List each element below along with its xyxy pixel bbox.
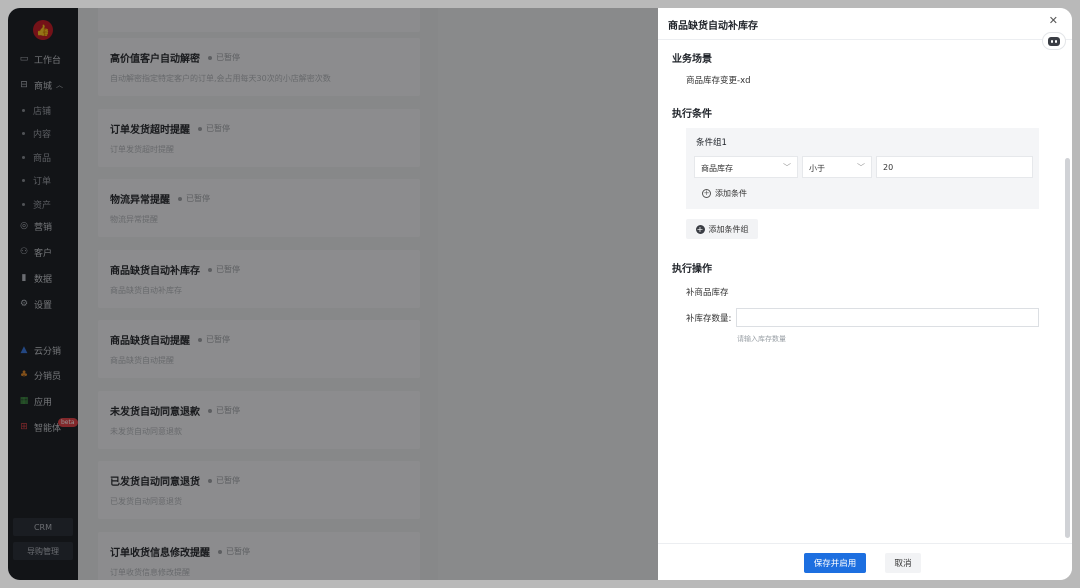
action-section-title: 执行操作 [672, 264, 712, 275]
field-select-value: 商品库存 [701, 164, 733, 173]
condition-group: 条件组1 商品库存 ﹀ 小于 ﹀ 20 + 添加条件 [686, 128, 1039, 209]
drawer-title: 商品缺货自动补库存 [658, 8, 1072, 40]
scene-section-title: 业务场景 [672, 54, 712, 65]
chevron-down-icon: ﹀ [783, 163, 791, 172]
qty-input[interactable] [736, 308, 1039, 327]
cancel-button[interactable]: 取消 [885, 553, 921, 573]
rule-drawer: 商品缺货自动补库存 ✕ 业务场景 商品库存变更-xd 执行条件 条件组1 商品库… [658, 8, 1072, 580]
value-input-text: 20 [883, 163, 894, 172]
action-name: 补商品库存 [686, 288, 729, 298]
condition-group-label: 条件组1 [696, 138, 727, 148]
save-and-enable-button[interactable]: 保存并启用 [804, 553, 866, 573]
condition-section-title: 执行条件 [672, 109, 712, 120]
add-condition-button[interactable]: + 添加条件 [702, 188, 747, 199]
add-condition-label: 添加条件 [715, 189, 747, 198]
qty-label: 补库存数量: [686, 314, 732, 324]
close-icon[interactable]: ✕ [1049, 14, 1058, 27]
app-window: 👍 ▭ 工作台 ⊟ 商城 ︿ 店铺 内容 商品 订单 资产 ◎ 营销 ⚇ 客户 … [8, 8, 1072, 580]
plus-circle-icon: + [702, 189, 711, 198]
plus-filled-icon: + [695, 224, 705, 234]
value-input[interactable]: 20 [876, 156, 1033, 178]
qty-hint: 请输入库存数量 [737, 335, 786, 343]
field-select[interactable]: 商品库存 ﹀ [694, 156, 798, 178]
drawer-footer: 保存并启用 取消 [658, 543, 1072, 580]
add-group-label: 添加条件组 [708, 224, 749, 234]
operator-select[interactable]: 小于 ﹀ [802, 156, 872, 178]
scrollbar[interactable] [1065, 158, 1070, 538]
assistant-robot-icon[interactable] [1042, 32, 1066, 50]
chevron-down-icon: ﹀ [857, 163, 865, 172]
operator-select-value: 小于 [809, 164, 825, 173]
modal-overlay[interactable] [8, 8, 658, 580]
add-condition-group-button[interactable]: + 添加条件组 [686, 219, 758, 239]
scene-value: 商品库存变更-xd [686, 76, 751, 86]
